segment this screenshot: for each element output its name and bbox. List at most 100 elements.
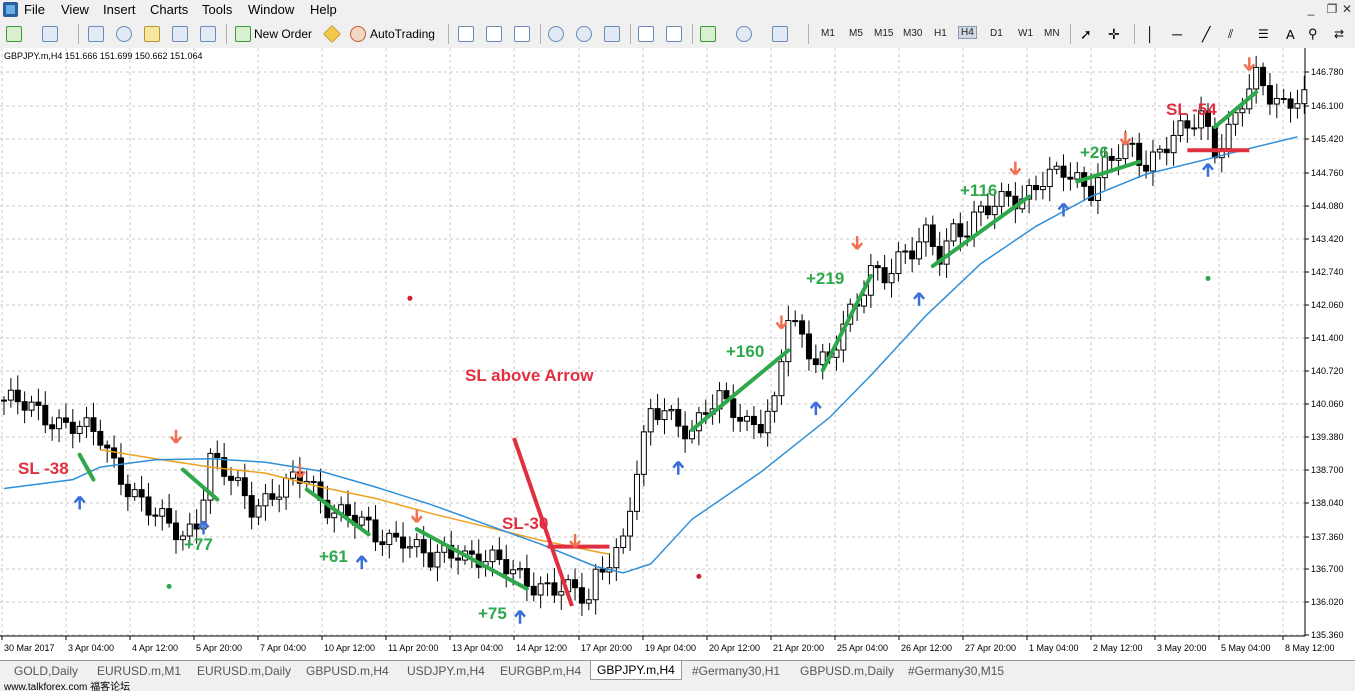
menu-charts[interactable]: Charts: [150, 2, 188, 17]
candle-body: [888, 273, 895, 284]
candle-body: [1149, 151, 1156, 172]
data-window-icon[interactable]: [144, 25, 160, 43]
text-tool-icon[interactable]: A: [1286, 25, 1295, 43]
menu-window[interactable]: Window: [248, 2, 294, 17]
candle-body: [427, 552, 434, 568]
y-tick-label: 141.400: [1311, 333, 1344, 343]
profiles-icon[interactable]: [42, 25, 58, 43]
strategy-tester-icon[interactable]: [200, 25, 216, 43]
timeframe-m15[interactable]: M15: [874, 28, 893, 39]
x-tick-label: 21 Apr 20:00: [773, 643, 824, 653]
x-tick-label: 10 Apr 12:00: [324, 643, 375, 653]
tab-eurgbp-h4[interactable]: EURGBP.m,H4: [500, 664, 581, 678]
minimize-icon[interactable]: _: [1302, 1, 1320, 17]
annotation-label: SL-30: [502, 514, 548, 533]
candle-body: [1273, 97, 1280, 105]
candle-body: [592, 568, 599, 601]
candle-body: [1177, 120, 1184, 136]
meta-editor-icon[interactable]: [322, 24, 342, 44]
up-arrow-icon: [355, 555, 368, 570]
search-icon[interactable]: ⚲: [1308, 25, 1318, 43]
navigator-icon[interactable]: [116, 25, 132, 43]
zoom-in-icon[interactable]: [548, 25, 564, 43]
cursor-icon[interactable]: ➚: [1080, 25, 1092, 43]
crosshair-icon[interactable]: ✛: [1108, 25, 1120, 43]
menu-view[interactable]: View: [61, 2, 89, 17]
menu-help[interactable]: Help: [310, 2, 337, 17]
tab-germany30-h1[interactable]: #Germany30,H1: [692, 664, 780, 678]
candle-body: [654, 408, 661, 421]
candle-body: [269, 493, 276, 500]
annotation-label: +160: [726, 342, 764, 361]
bar-chart-icon[interactable]: [458, 25, 474, 43]
menu-tools[interactable]: Tools: [202, 2, 232, 17]
tile-windows-icon[interactable]: [604, 25, 620, 43]
candle-body: [276, 496, 283, 500]
auto-scroll-icon[interactable]: [666, 25, 682, 43]
new-order-button[interactable]: New Order: [235, 25, 312, 43]
timeframe-h1[interactable]: H1: [934, 28, 947, 39]
candle-body: [682, 425, 689, 440]
tab-eurusd-m1[interactable]: EURUSD.m,M1: [97, 664, 181, 678]
timeframe-h4[interactable]: H4: [958, 26, 977, 39]
timeframe-m1[interactable]: M1: [821, 28, 835, 39]
moving-average-blue: [3, 136, 1298, 574]
candle-body: [255, 505, 262, 518]
horizontal-line-icon[interactable]: ─: [1172, 25, 1182, 43]
up-arrow-icon: [913, 292, 926, 306]
candle-body: [1088, 185, 1095, 201]
candle-body: [916, 241, 923, 260]
candle-body: [1239, 108, 1246, 114]
close-icon[interactable]: ✕: [1338, 1, 1355, 17]
templates-icon[interactable]: [772, 25, 788, 43]
market-watch-icon[interactable]: [88, 25, 104, 43]
candle-body: [633, 473, 640, 512]
timeframe-w1[interactable]: W1: [1018, 28, 1033, 39]
chart-window[interactable]: 146.780 146.100 145.420 144.760 144.080 143.4…: [0, 48, 1355, 660]
chart-tabs: GOLD,Daily EURUSD.m,M1 EURUSD.m,Daily GB…: [0, 660, 1355, 682]
tab-germany30-m15[interactable]: #Germany30,M15: [908, 664, 1004, 678]
tab-eurusd-daily[interactable]: EURUSD.m,Daily: [197, 664, 291, 678]
timeframe-d1[interactable]: D1: [990, 28, 1003, 39]
candlesticks-icon[interactable]: [486, 25, 502, 43]
equidistant-channel-icon[interactable]: ⫽: [1228, 25, 1233, 43]
zoom-out-icon[interactable]: [576, 25, 592, 43]
status-bar: www.talkforex.com 福客论坛: [0, 681, 1355, 691]
fibonacci-icon[interactable]: ☰: [1258, 25, 1269, 43]
terminal-icon[interactable]: [172, 25, 188, 43]
chart-canvas[interactable]: 146.780 146.100 145.420 144.760 144.080 143.4…: [0, 48, 1355, 660]
autotrading-button[interactable]: AutoTrading: [350, 25, 435, 43]
candle-body: [1033, 184, 1039, 191]
candle-body: [400, 536, 407, 549]
tab-gbpusd-h4[interactable]: GBPUSD.m,H4: [306, 664, 389, 678]
signal-dot: [407, 295, 413, 301]
annotation-label: +219: [806, 269, 844, 288]
timeframe-m30[interactable]: M30: [903, 28, 922, 39]
x-tick-label: 27 Apr 20:00: [965, 643, 1016, 653]
periods-clock-icon[interactable]: [736, 25, 752, 43]
indicators-icon[interactable]: [700, 25, 716, 43]
timeframe-m5[interactable]: M5: [849, 28, 863, 39]
candle-body: [234, 477, 241, 481]
chart-header: GBPJPY.m,H4 151.666 151.699 150.662 151.…: [4, 51, 203, 61]
up-arrow-icon: [73, 495, 86, 510]
vertical-line-icon[interactable]: │: [1146, 25, 1155, 43]
candle-body: [173, 522, 179, 541]
tab-gbpjpy-h4[interactable]: GBPJPY.m,H4: [590, 661, 682, 680]
arrows-icon[interactable]: ⇄: [1334, 25, 1344, 43]
candle-body: [1108, 155, 1115, 161]
menu-insert[interactable]: Insert: [103, 2, 136, 17]
tab-gbpusd-daily[interactable]: GBPUSD.m,Daily: [800, 664, 894, 678]
chart-shift-icon[interactable]: [638, 25, 654, 43]
tab-gold-daily[interactable]: GOLD,Daily: [14, 664, 78, 678]
new-chart-icon[interactable]: [6, 25, 22, 43]
timeframe-mn[interactable]: MN: [1044, 28, 1060, 39]
menu-file[interactable]: File: [24, 2, 45, 17]
signal-dot: [1205, 275, 1211, 281]
candle-body: [241, 477, 248, 497]
tab-usdjpy-h4[interactable]: USDJPY.m,H4: [407, 664, 485, 678]
candle-body: [764, 410, 771, 434]
trendline-icon[interactable]: ╱: [1202, 25, 1210, 43]
y-tick-label: 142.060: [1311, 300, 1344, 310]
line-chart-icon[interactable]: [514, 25, 530, 43]
